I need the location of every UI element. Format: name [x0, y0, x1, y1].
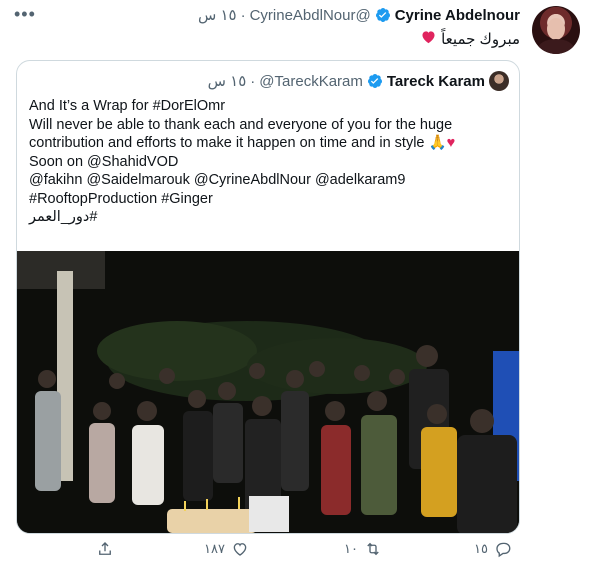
- like-button[interactable]: ١٨٧: [204, 540, 249, 558]
- separator-dot: ·: [240, 6, 246, 24]
- avatar-face: [547, 18, 565, 40]
- verified-badge-icon: [375, 7, 391, 23]
- quoted-line-1: And It’s a Wrap for #DorElOmr: [29, 98, 226, 114]
- share-icon: [99, 542, 111, 555]
- quoted-author-handle: @TareckKaram: [259, 72, 363, 90]
- quoted-line-7: #دور_العمر: [29, 209, 98, 225]
- reply-count: ١٥: [474, 541, 488, 556]
- tweet-text-body: مبروك جميعاً: [441, 31, 520, 48]
- retweet-button[interactable]: ١٠: [344, 540, 382, 558]
- red-heart-emoji-icon: [420, 28, 437, 50]
- quoted-line-5: @fakihn @Saidelmarouk @CyrineAbdlNour @a…: [29, 172, 406, 188]
- quoted-tweet-text: And It’s a Wrap for #DorElOmr Will never…: [29, 97, 509, 227]
- author-avatar[interactable]: [532, 6, 580, 54]
- reply-button[interactable]: ١٥: [474, 540, 512, 558]
- verified-badge-icon: [367, 73, 383, 89]
- avatar-shoulder: [538, 39, 574, 54]
- tweet-time[interactable]: ١٥ س: [198, 6, 237, 24]
- retweet-count: ١٠: [344, 541, 358, 556]
- group-photo-illustration: [17, 251, 519, 533]
- author-handle[interactable]: @CyrineAbdlNour: [250, 7, 371, 24]
- quoted-tweet-photo[interactable]: [17, 251, 519, 533]
- heart-outline-icon: [233, 543, 247, 556]
- tweet-actions: ١٥ ١٠ ١٨٧: [0, 540, 592, 570]
- author-name[interactable]: Cyrine Abdelnour: [395, 7, 520, 24]
- quoted-author-name: Tareck Karam: [386, 72, 485, 90]
- share-button[interactable]: [96, 540, 114, 558]
- retweet-icon: [367, 542, 379, 556]
- like-count: ١٨٧: [204, 541, 225, 556]
- quoted-line-3: contribution and efforts to make it happ…: [29, 135, 425, 151]
- separator-dot: ·: [250, 72, 256, 90]
- more-icon[interactable]: •••: [14, 4, 36, 25]
- quoted-line-2: Will never be able to thank each and eve…: [29, 116, 453, 133]
- tweet-text: مبروك جميعاً: [420, 28, 520, 50]
- quoted-line-4: Soon on @ShahidVOD: [29, 153, 179, 170]
- tweet: Cyrine Abdelnour @CyrineAbdlNour · ١٥ س …: [0, 0, 592, 579]
- quoted-line-3-wrap: contribution and efforts to make it happ…: [29, 134, 509, 153]
- quoted-tweet[interactable]: Tareck Karam @TareckKaram · ١٥ س And It’…: [16, 60, 520, 534]
- folded-hands-emoji-icon: 🙏: [428, 135, 447, 151]
- quoted-tweet-time: ١٥ س: [207, 73, 247, 90]
- reply-icon: [496, 542, 511, 558]
- tweet-header: Cyrine Abdelnour @CyrineAbdlNour · ١٥ س: [198, 5, 520, 25]
- quoted-tweet-header: Tareck Karam @TareckKaram · ١٥ س: [208, 71, 509, 91]
- quoted-line-6: #RooftopProduction #Ginger: [29, 190, 213, 207]
- red-heart-emoji-icon: ♥: [446, 135, 456, 151]
- quoted-author-avatar: [489, 71, 509, 91]
